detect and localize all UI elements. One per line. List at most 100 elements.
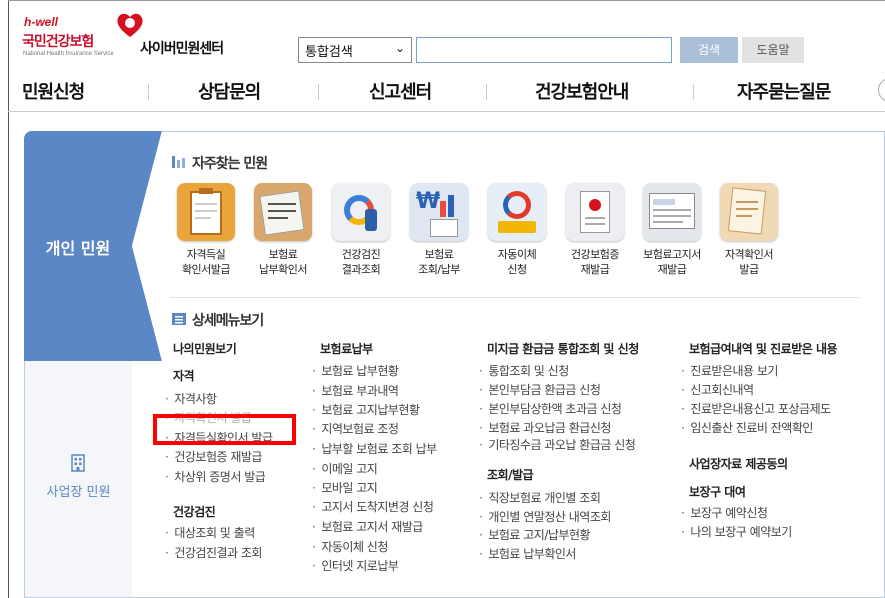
qualification-heading: 자격 — [173, 369, 195, 383]
search-button[interactable]: 검색 — [680, 37, 738, 63]
search-scope-select[interactable]: 통합검색 ⌄ — [298, 37, 412, 63]
unpaid-refund-heading[interactable]: 미지급 환급금 통합조회 및 신청 — [487, 340, 639, 357]
quick-item-label: 보험료 조회/납부 — [418, 248, 460, 276]
link-premium-item[interactable]: 이메일 고지 — [312, 460, 378, 477]
quick-item-label: 보험료 납부확인서 — [258, 248, 308, 276]
frequent-services-title: 자주찾는 민원 — [192, 156, 268, 172]
benefit-history-heading[interactable]: 보험급여내역 및 진료받은 내용 — [689, 340, 838, 357]
link-premium-item[interactable]: 자동이체 신청 — [312, 538, 388, 555]
site-title: 사이버민원센터 — [140, 41, 224, 57]
link-benefit-item[interactable]: 신고회신내역 — [681, 381, 754, 398]
bill-icon — [643, 183, 701, 241]
nav-separator — [148, 84, 149, 100]
link-qualification-status[interactable]: 자격사항 — [165, 390, 217, 407]
quick-item-checkup-result[interactable]: 건강검진 결과조회 — [326, 183, 396, 277]
link-benefit-item[interactable]: 진료받은내용신고 포상금제도 — [681, 400, 831, 417]
premium-payment-heading[interactable]: 보험료납부 — [320, 340, 373, 357]
link-premium-item[interactable]: 인터넷 지로납부 — [312, 557, 399, 574]
highlight-box — [153, 414, 296, 445]
link-lookup-item[interactable]: 보험료 납부확인서 — [479, 545, 576, 562]
logo-english-name: National Health Insurance Service — [23, 51, 114, 57]
quick-item-label: 건강검진 결과조회 — [341, 248, 381, 276]
chevron-down-icon: ⌄ — [394, 41, 405, 55]
link-target-lookup[interactable]: 대상조회 및 출력 — [165, 524, 255, 541]
checkup-icon — [332, 183, 390, 241]
link-lookup-item[interactable]: 개인별 연말정산 내역조회 — [479, 508, 611, 525]
link-premium-item[interactable]: 보험료 고지납부현황 — [312, 401, 420, 418]
link-near-poverty-certificate[interactable]: 차상위 증명서 발급 — [165, 468, 265, 485]
tab-personal-service[interactable]: 개인 민원 — [24, 131, 132, 361]
link-premium-item[interactable]: 납부할 보험료 조회 납부 — [312, 440, 437, 457]
certificate-icon — [720, 183, 778, 241]
nav-item-faq[interactable]: 자주묻는질문 — [737, 78, 831, 104]
quick-item-label: 건강보험증 재발급 — [570, 248, 620, 276]
link-card-reissue[interactable]: 건강보험증 재발급 — [165, 448, 262, 465]
nav-item-insurance-guide[interactable]: 건강보험안내 — [535, 78, 629, 104]
quick-item-premium-payment[interactable]: ₩ 보험료 조회/납부 — [404, 183, 474, 277]
link-refund-item[interactable]: 본인부담금 환급금 신청 — [479, 381, 601, 398]
quick-item-qualification[interactable]: 자격득실 확인서발급 — [171, 183, 241, 277]
link-premium-item[interactable]: 지역보험료 조정 — [312, 420, 399, 437]
nav-more-icon[interactable] — [878, 78, 885, 102]
link-premium-item[interactable]: 고지서 도착지변경 신청 — [312, 498, 434, 515]
link-refund-item[interactable]: 본인부담상한액 초과금 신청 — [479, 400, 622, 417]
workplace-data-consent-heading[interactable]: 사업장자료 제공동의 — [689, 455, 788, 472]
quick-item-label: 자격득실 확인서발급 — [181, 248, 231, 276]
link-device-item[interactable]: 나의 보장구 예약보기 — [681, 523, 792, 540]
bar-chart-icon — [172, 156, 185, 168]
link-benefit-item[interactable]: 임신출산 진료비 잔액확인 — [681, 419, 813, 436]
clipboard-icon — [177, 183, 235, 241]
link-premium-item[interactable]: 보험료 납부현황 — [312, 362, 399, 379]
auto-transfer-icon — [488, 183, 546, 241]
logo-korean-name: 국민건강보험 — [22, 34, 94, 50]
link-refund-item[interactable]: 기타징수금 과오납 환급금 신청 — [479, 436, 635, 453]
nhis-logo[interactable]: h-well 국민건강보험 National Health Insurance … — [18, 10, 143, 58]
quick-item-label: 자격확인서 발급 — [724, 248, 774, 276]
link-device-item[interactable]: 보장구 예약신청 — [681, 504, 768, 521]
section-divider — [170, 297, 860, 298]
health-checkup-heading: 건강검진 — [173, 505, 216, 519]
quick-item-auto-transfer[interactable]: 자동이체 신청 — [482, 183, 552, 277]
tab-business-service[interactable]: 사업장 민원 — [25, 361, 132, 597]
quick-item-label: 보험료고지서 재발급 — [643, 248, 701, 276]
assistive-device-heading[interactable]: 보장구 대여 — [689, 483, 746, 500]
link-premium-item[interactable]: 보험료 고지서 재발급 — [312, 518, 423, 535]
link-premium-item[interactable]: 보험료 부과내역 — [312, 382, 399, 399]
link-lookup-item[interactable]: 직장보험료 개인별 조회 — [479, 489, 601, 506]
nav-separator — [318, 84, 319, 100]
quick-item-label: 자동이체 신청 — [497, 248, 537, 276]
help-button[interactable]: 도움말 — [742, 37, 804, 63]
list-icon — [172, 313, 186, 325]
lookup-issue-heading[interactable]: 조회/발급 — [487, 466, 534, 483]
nav-separator — [693, 84, 694, 100]
main-nav: 민원신청 상담문의 신고센터 건강보험안내 자주묻는질문 — [8, 70, 885, 112]
nav-item-apply[interactable]: 민원신청 — [22, 78, 85, 104]
active-tab-arrow — [132, 131, 162, 361]
link-checkup-result[interactable]: 건강검진결과 조회 — [165, 544, 262, 561]
search-input[interactable] — [416, 37, 672, 63]
detail-menu-title: 상세메뉴보기 — [192, 313, 264, 329]
nav-separator — [486, 84, 487, 100]
tab-personal-label: 개인 민원 — [45, 239, 111, 258]
nav-item-report[interactable]: 신고센터 — [369, 78, 432, 104]
payment-icon: ₩ — [410, 183, 468, 241]
link-refund-item[interactable]: 보험료 과오납금 환급신청 — [479, 419, 611, 436]
search-scope-value: 통합검색 — [305, 45, 353, 60]
nav-item-consult[interactable]: 상담문의 — [198, 78, 261, 104]
link-refund-item[interactable]: 통합조회 및 신청 — [479, 362, 569, 379]
my-services-heading[interactable]: 나의민원보기 — [173, 340, 237, 357]
quick-item-card-reissue[interactable]: 건강보험증 재발급 — [560, 183, 630, 277]
tab-business-label: 사업장 민원 — [46, 485, 111, 500]
quick-item-qualification-certificate[interactable]: 자격확인서 발급 — [714, 183, 784, 277]
building-icon — [71, 454, 85, 472]
quick-item-payment-certificate[interactable]: 보험료 납부확인서 — [248, 183, 318, 277]
top-border — [8, 0, 885, 1]
receipt-icon — [254, 183, 312, 241]
quick-item-bill-reissue[interactable]: 보험료고지서 재발급 — [637, 183, 707, 277]
link-benefit-item[interactable]: 진료받은내용 보기 — [681, 362, 778, 379]
insurance-card-icon — [566, 183, 624, 241]
heart-logo-icon — [117, 13, 143, 37]
logo-hwell-text: h-well — [24, 15, 59, 29]
link-lookup-item[interactable]: 보험료 고지/납부현황 — [479, 526, 590, 543]
link-premium-item[interactable]: 모바일 고지 — [312, 479, 378, 496]
